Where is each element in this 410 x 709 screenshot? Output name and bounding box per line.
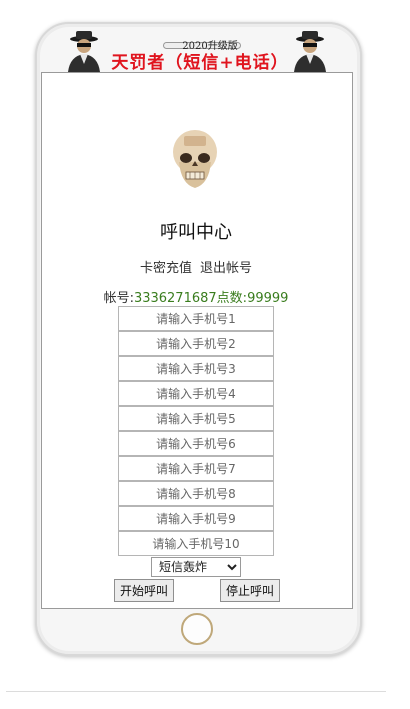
phone-input-3[interactable] [118, 356, 274, 381]
points-label: 点数: [216, 291, 248, 306]
points-value: 99999 [247, 291, 289, 306]
phone-input-2[interactable] [118, 331, 274, 356]
account-info: 帐号:3336271687点数:99999 [41, 287, 351, 306]
phone-input-9[interactable] [118, 506, 274, 531]
phone-input-5[interactable] [118, 406, 274, 431]
account-value: 3336271687 [133, 291, 217, 306]
hacker-icon [294, 31, 326, 72]
account-links: 卡密充值 退出帐号 [41, 257, 351, 276]
phone-input-7[interactable] [118, 456, 274, 481]
phone-input-list [118, 306, 274, 556]
account-label: 帐号: [103, 291, 134, 306]
page-title: 呼叫中心 [160, 222, 232, 243]
skull-logo-icon [173, 130, 217, 188]
phone-input-1[interactable] [118, 306, 274, 331]
recharge-link[interactable]: 卡密充值 [140, 261, 192, 276]
page-divider [6, 691, 386, 692]
phone-input-6[interactable] [118, 431, 274, 456]
logout-link[interactable]: 退出帐号 [200, 261, 252, 276]
start-call-button[interactable]: 开始呼叫 [114, 579, 174, 602]
stop-call-button[interactable]: 停止呼叫 [220, 579, 280, 602]
mode-select[interactable]: 短信轰炸 [151, 557, 241, 577]
phone-input-8[interactable] [118, 481, 274, 506]
phone-input-10[interactable] [118, 531, 274, 556]
phone-input-4[interactable] [118, 381, 274, 406]
home-button [181, 613, 213, 645]
hacker-icon [68, 31, 100, 72]
banner-title: 天罚者（短信+电话） [111, 53, 289, 73]
